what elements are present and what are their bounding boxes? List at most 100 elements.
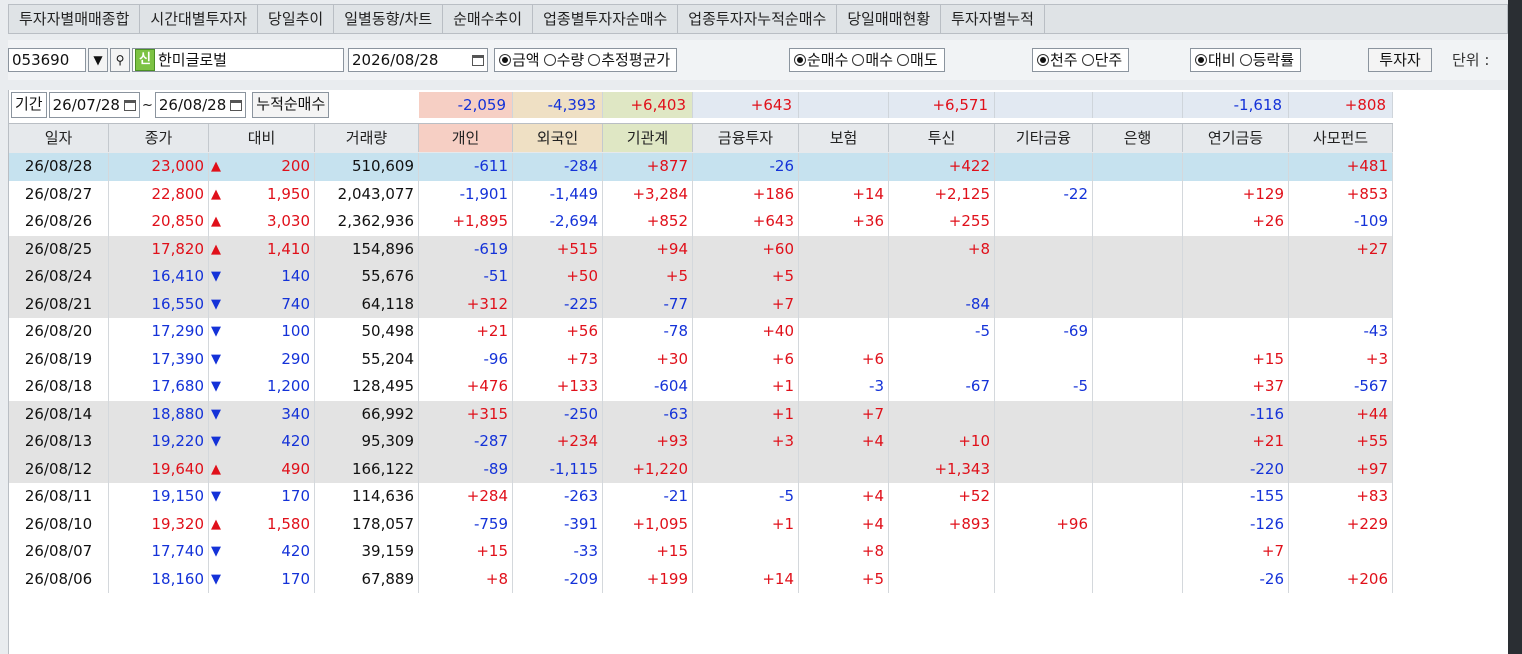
table-row[interactable]: 26/08/11 19,150 ▼ 170 114,636 +284 -263 -21 -5 +4…	[9, 483, 1393, 511]
investor-cell: +315	[419, 400, 513, 428]
column-header[interactable]: 대비	[209, 124, 315, 152]
change-cell: ▲ 1,410	[209, 235, 315, 263]
investor-cell: -116	[1183, 400, 1289, 428]
volume-cell: 178,057	[315, 510, 419, 538]
cumulative-button[interactable]: 누적순매수	[252, 92, 330, 118]
column-header[interactable]: 투신	[889, 124, 995, 152]
radio-option[interactable]: 단주	[1081, 49, 1122, 71]
tab-8[interactable]: 투자자별누적	[941, 5, 1045, 33]
period-to-field[interactable]: 26/08/28	[154, 92, 247, 118]
investor-cell: +52	[889, 483, 995, 511]
table-row[interactable]: 26/08/14 18,880 ▼ 340 66,992 +315 -250 -63 +1 +7 -…	[9, 400, 1393, 428]
up-arrow-icon: ▲	[211, 214, 221, 229]
investor-cell	[1093, 538, 1183, 566]
code-dropdown-button[interactable]: ▼	[88, 48, 108, 72]
radio-option[interactable]: 금액	[499, 49, 540, 71]
column-header[interactable]: 기타금융	[995, 124, 1093, 152]
table-row[interactable]: 26/08/27 22,800 ▲ 1,950 2,043,077 -1,901 -1,44…	[9, 180, 1393, 208]
radio-option[interactable]: 매도	[897, 49, 938, 71]
radio-button[interactable]	[794, 54, 806, 66]
investor-cell: +476	[419, 373, 513, 401]
stock-code-input[interactable]: 053690	[8, 48, 86, 72]
column-header[interactable]: 연기금등	[1183, 124, 1289, 152]
radio-button[interactable]	[588, 54, 601, 66]
investor-cell	[1093, 510, 1183, 538]
column-header[interactable]: 종가	[109, 124, 209, 152]
table-row[interactable]: 26/08/21 16,550 ▼ 740 64,118 +312 -225 -77 +7 -84	[9, 290, 1393, 318]
investor-cell: +2,125	[889, 180, 995, 208]
toolbar: 053690 ▼ ⚲ 신 한미글로벌 2026/08/28 금액 수량 추정평균가 …	[8, 40, 1508, 80]
column-header[interactable]: 보험	[799, 124, 889, 152]
radio-button[interactable]	[499, 54, 511, 66]
table-row[interactable]: 26/08/13 19,220 ▼ 420 95,309 -287 +234 +93 +3 +4 +…	[9, 428, 1393, 456]
stock-name-field[interactable]: 신 한미글로벌	[132, 48, 344, 72]
investor-cell: +44	[1289, 400, 1393, 428]
investor-cell	[1093, 345, 1183, 373]
volume-cell: 50,498	[315, 318, 419, 346]
vertical-scrollbar[interactable]	[1508, 0, 1522, 654]
tab-0[interactable]: 투자자별매매종합	[9, 5, 141, 33]
investor-cell: +6	[799, 345, 889, 373]
column-header[interactable]: 개인	[419, 124, 513, 152]
column-header[interactable]: 거래량	[315, 124, 419, 152]
table-row[interactable]: 26/08/18 17,680 ▼ 1,200 128,495 +476 +133 -604 +…	[9, 373, 1393, 401]
investor-cell: -5	[889, 318, 995, 346]
radio-option[interactable]: 천주	[1037, 49, 1078, 71]
column-header[interactable]: 은행	[1093, 124, 1183, 152]
radio-option[interactable]: 대비	[1195, 49, 1236, 71]
table-row[interactable]: 26/08/12 19,640 ▲ 490 166,122 -89 -1,115 +1,220…	[9, 455, 1393, 483]
table-row[interactable]: 26/08/07 17,740 ▼ 420 39,159 +15 -33 +15 +8 +7	[9, 538, 1393, 566]
tab-1[interactable]: 시간대별투자자	[140, 5, 259, 33]
investor-button[interactable]: 투자자	[1368, 48, 1432, 72]
radio-button[interactable]	[1239, 54, 1252, 66]
tab-2[interactable]: 당일추이	[258, 5, 335, 33]
column-header[interactable]: 사모펀드	[1289, 124, 1393, 152]
date-field[interactable]: 2026/08/28	[348, 48, 488, 72]
radio-option[interactable]: 순매수	[794, 49, 848, 71]
column-header[interactable]: 금융투자	[693, 124, 799, 152]
column-header[interactable]: 일자	[9, 124, 109, 152]
radio-option[interactable]: 추정평균가	[588, 49, 670, 71]
table-row[interactable]: 26/08/06 18,160 ▼ 170 67,889 +8 -209 +199 +14 +5 -…	[9, 565, 1393, 593]
calendar-icon[interactable]	[123, 99, 136, 111]
radio-button[interactable]	[1081, 54, 1094, 66]
search-button[interactable]: ⚲	[110, 48, 130, 72]
period-from-field[interactable]: 26/07/28	[48, 92, 140, 118]
period-from-value: 26/07/28	[52, 96, 120, 114]
close-cell: 18,160	[109, 565, 209, 593]
tab-5[interactable]: 업종별투자자순매수	[533, 5, 679, 33]
radio-option[interactable]: 등락률	[1239, 49, 1294, 71]
close-cell: 23,000	[109, 153, 209, 181]
radio-button[interactable]	[852, 54, 865, 66]
close-cell: 17,390	[109, 345, 209, 373]
volume-cell: 154,896	[315, 235, 419, 263]
investor-cell: +8	[799, 538, 889, 566]
calendar-icon[interactable]	[472, 54, 484, 66]
tab-3[interactable]: 일별동향/차트	[334, 5, 444, 33]
table-row[interactable]: 26/08/26 20,850 ▲ 3,030 2,362,936 +1,895 -2,69…	[9, 208, 1393, 236]
date-cell: 26/08/14	[9, 400, 109, 428]
table-row[interactable]: 26/08/19 17,390 ▼ 290 55,204 -96 +73 +30 +6 +6 +15…	[9, 345, 1393, 373]
table-row[interactable]: 26/08/28 23,000 ▲ 200 510,609 -611 -284 +877 -26…	[9, 153, 1393, 181]
investor-cell: -284	[513, 153, 603, 181]
down-arrow-icon: ▼	[211, 434, 221, 449]
tab-6[interactable]: 업종투자자누적순매수	[678, 5, 838, 33]
calendar-icon[interactable]	[230, 99, 243, 111]
tab-4[interactable]: 순매수추이	[443, 5, 534, 33]
investor-cell: +1,343	[889, 455, 995, 483]
table-row[interactable]: 26/08/10 19,320 ▲ 1,580 178,057 -759 -391 +1,09…	[9, 510, 1393, 538]
amount-type-radio-group: 금액 수량 추정평균가	[494, 48, 678, 72]
tab-7[interactable]: 당일매매현황	[837, 5, 942, 33]
table-row[interactable]: 26/08/24 16,410 ▼ 140 55,676 -51 +50 +5 +5	[9, 263, 1393, 291]
radio-button[interactable]	[897, 54, 910, 66]
investor-cell: +3	[693, 428, 799, 456]
table-row[interactable]: 26/08/20 17,290 ▼ 100 50,498 +21 +56 -78 +40 -5 -6…	[9, 318, 1393, 346]
table-row[interactable]: 26/08/25 17,820 ▲ 1,410 154,896 -619 +515 +94 +6…	[9, 235, 1393, 263]
radio-button[interactable]	[1037, 54, 1049, 66]
column-header[interactable]: 기관계	[603, 124, 693, 152]
column-header[interactable]: 외국인	[513, 124, 603, 152]
radio-button[interactable]	[1195, 54, 1207, 66]
radio-option[interactable]: 매수	[852, 49, 893, 71]
radio-option[interactable]: 수량	[543, 49, 584, 71]
radio-button[interactable]	[543, 54, 556, 66]
